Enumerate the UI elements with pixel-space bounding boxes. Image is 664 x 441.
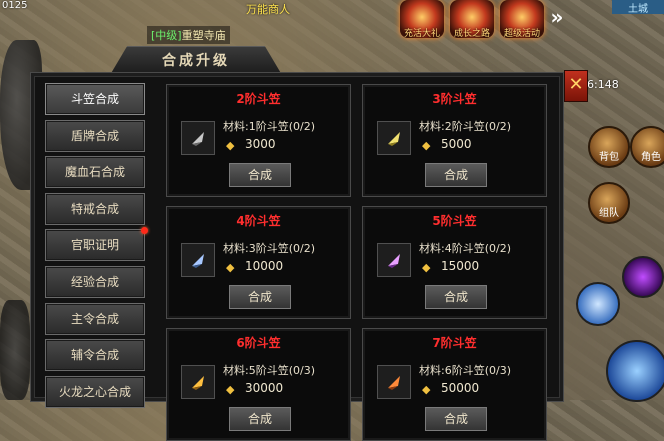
- craft-button[interactable]: 合成: [425, 163, 487, 187]
- recipe-card: 2阶斗笠 材料:1阶斗笠(0/2) ◆ 3000 合成: [166, 84, 351, 197]
- hat-item-slot[interactable]: [181, 243, 215, 277]
- hat-item-slot[interactable]: [377, 121, 411, 155]
- recipe-card: 7阶斗笠 材料:6阶斗笠(0/3) ◆ 50000 合成: [362, 328, 547, 441]
- skill-icon[interactable]: [622, 256, 664, 298]
- hat-item-slot[interactable]: [181, 365, 215, 399]
- top-icon-label-2: 超级活动: [503, 29, 540, 39]
- character-button-label: 角色: [641, 152, 661, 163]
- hat-item-slot[interactable]: [181, 121, 215, 155]
- recipe-material: 材料:5阶斗笠(0/3): [223, 364, 315, 377]
- sidebar-item-official-proof[interactable]: 官职证明: [45, 227, 148, 262]
- recipe-cost: 30000: [245, 381, 284, 395]
- character-button[interactable]: 角色: [630, 126, 664, 168]
- top-icon-label-1: 成长之路: [453, 29, 490, 39]
- recipe-cost: 50000: [441, 381, 480, 395]
- hat-icon: [388, 132, 400, 146]
- recipe-material: 材料:6阶斗笠(0/3): [419, 364, 511, 377]
- coordinates-readout: 6:148: [587, 78, 619, 91]
- recipe-title: 4阶斗笠: [236, 214, 281, 228]
- recipe-cost: 3000: [245, 137, 276, 151]
- map-level: [中级]: [151, 29, 182, 42]
- gold-ingot-icon: ◆: [422, 139, 431, 152]
- craft-button[interactable]: 合成: [425, 407, 487, 431]
- category-sidebar: 斗笠合成 盾牌合成 魔血石合成 特戒合成 官职证明 经验合成 主令合成 辅令合成…: [45, 83, 148, 412]
- notification-dot: [141, 227, 148, 235]
- recipe-title: 3阶斗笠: [432, 92, 477, 106]
- sidebar-item-label: 主令合成: [70, 311, 119, 326]
- dragon-decoration-lower: [0, 300, 30, 400]
- sidebar-item-shield[interactable]: 盾牌合成: [45, 119, 145, 152]
- team-button[interactable]: 组队: [588, 182, 630, 224]
- npc-name-label[interactable]: 万能商人: [246, 1, 290, 17]
- recipe-cost: 10000: [245, 259, 284, 273]
- top-icon-label-0: 充活大礼: [403, 29, 440, 39]
- bag-button-label: 背包: [599, 152, 619, 163]
- recipe-material: 材料:1阶斗笠(0/2): [223, 120, 315, 133]
- hat-icon: [388, 254, 400, 268]
- sidebar-item-experience[interactable]: 经验合成: [45, 265, 145, 298]
- recipe-cost: 5000: [441, 137, 472, 151]
- hat-item-slot[interactable]: [377, 243, 411, 277]
- recipe-title: 6阶斗笠: [236, 336, 281, 350]
- gold-ingot-icon: ◆: [226, 261, 235, 274]
- team-button-label: 组队: [599, 208, 619, 219]
- sidebar-item-label: 魔血石合成: [64, 165, 125, 180]
- synthesis-panel: 合成升级 斗笠合成 盾牌合成 魔血石合成 特戒合成 官职证明 经验合成 主令合成…: [30, 46, 564, 441]
- panel-title: 合成升级: [110, 46, 282, 75]
- sidebar-item-label: 辅令合成: [70, 348, 119, 363]
- recipe-material: 材料:4阶斗笠(0/2): [419, 242, 511, 255]
- gold-ingot-icon: ◆: [226, 383, 235, 396]
- recipe-card: 6阶斗笠 材料:5阶斗笠(0/3) ◆ 30000 合成: [166, 328, 351, 441]
- hat-icon: [192, 376, 204, 390]
- sidebar-item-label: 盾牌合成: [70, 128, 119, 143]
- scene-top-left-text: 0125: [2, 0, 28, 11]
- recipe-card: 4阶斗笠 材料:3阶斗笠(0/2) ◆ 10000 合成: [166, 206, 351, 319]
- recipe-card: 5阶斗笠 材料:4阶斗笠(0/2) ◆ 15000 合成: [362, 206, 547, 319]
- craft-button[interactable]: 合成: [425, 285, 487, 309]
- recipe-title: 7阶斗笠: [432, 336, 477, 350]
- panel-body: 斗笠合成 盾牌合成 魔血石合成 特戒合成 官职证明 经验合成 主令合成 辅令合成…: [30, 72, 564, 441]
- close-button[interactable]: ✕: [564, 70, 588, 102]
- sidebar-item-fire-dragon-heart[interactable]: 火龙之心合成: [45, 375, 145, 408]
- sidebar-item-hat[interactable]: 斗笠合成: [45, 83, 145, 115]
- paw-skill-icon[interactable]: [576, 282, 620, 326]
- sidebar-item-label: 火龙之心合成: [58, 384, 131, 399]
- gold-ingot-icon: ◆: [422, 383, 431, 396]
- sidebar-item-blood-stone[interactable]: 魔血石合成: [45, 156, 145, 189]
- sidebar-item-label: 特戒合成: [70, 201, 119, 216]
- gold-ingot-icon: ◆: [422, 261, 431, 274]
- attack-skill-icon[interactable]: [606, 340, 664, 402]
- sidebar-item-aux-token[interactable]: 辅令合成: [45, 339, 145, 372]
- sidebar-item-special-ring[interactable]: 特戒合成: [45, 192, 145, 225]
- hat-icon: [192, 254, 204, 268]
- sidebar-item-label: 斗笠合成: [70, 92, 119, 106]
- server-tag: 土城: [612, 0, 664, 15]
- recipe-cost: 15000: [441, 259, 480, 273]
- sidebar-item-main-token[interactable]: 主令合成: [45, 302, 145, 335]
- hat-icon: [388, 376, 400, 390]
- recipe-title: 5阶斗笠: [432, 214, 477, 228]
- gold-ingot-icon: ◆: [226, 139, 235, 152]
- recipe-material: 材料:2阶斗笠(0/2): [419, 120, 511, 133]
- craft-button[interactable]: 合成: [229, 285, 291, 309]
- map-name: 重塑寺庙: [181, 29, 226, 42]
- craft-button[interactable]: 合成: [229, 407, 291, 431]
- recipe-card: 3阶斗笠 材料:2阶斗笠(0/2) ◆ 5000 合成: [362, 84, 547, 197]
- recipe-material: 材料:3阶斗笠(0/2): [223, 242, 315, 255]
- hat-item-slot[interactable]: [377, 365, 411, 399]
- map-name-label: [中级]重塑寺庙: [147, 26, 230, 44]
- bag-button[interactable]: 背包: [588, 126, 630, 168]
- expand-chevron-icon[interactable]: »: [545, 4, 569, 30]
- sidebar-item-label: 经验合成: [70, 274, 119, 289]
- hat-icon: [192, 132, 204, 146]
- recipe-title: 2阶斗笠: [236, 92, 281, 106]
- sidebar-item-label: 官职证明: [70, 238, 119, 253]
- craft-button[interactable]: 合成: [229, 163, 291, 187]
